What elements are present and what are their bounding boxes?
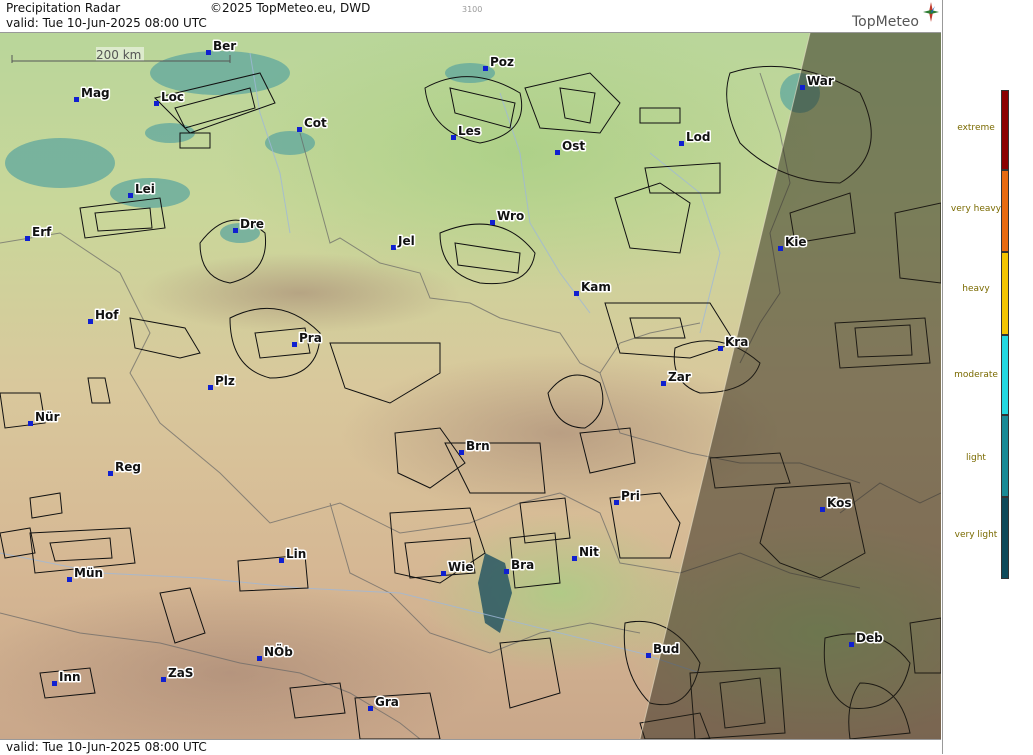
city-dot [646,653,651,658]
footer-bar: valid: Tue 10-Jun-2025 08:00 UTC [0,739,941,755]
city-dot [67,577,72,582]
city-label: War [807,74,834,88]
city-label: Wie [448,560,474,574]
city-label: ZaS [168,666,193,680]
city-label: Lod [686,130,710,144]
city-dot [208,385,213,390]
legend-label: moderate [954,370,998,380]
city-dot [451,135,456,140]
city-label: Gra [375,695,399,709]
city-dot [233,228,238,233]
city-dot [297,127,302,132]
city-dot [490,220,495,225]
city-label: Hof [95,308,119,322]
city-label: Lei [135,182,155,196]
legend-label: light [966,453,986,463]
city-dot [778,246,783,251]
city-label: Loc [161,90,184,104]
map-title: Precipitation Radar [6,1,121,15]
city-dot [52,681,57,686]
radar-map[interactable]: 200 km Ber Mag Loc Cot Poz Les Ost Lod War Lei Dre… [0,33,941,739]
city-label: Cot [304,116,327,130]
city-dot [279,558,284,563]
city-dot [459,450,464,455]
city-dot [572,556,577,561]
sudetes-relief [140,253,460,333]
city-dot [74,97,79,102]
city-label: Wro [497,209,524,223]
city-dot [88,319,93,324]
city-dot [800,85,805,90]
city-label: Jel [397,234,415,248]
legend-label: very heavy [950,204,1002,214]
city-label: Les [458,124,481,138]
city-dot [504,569,509,574]
brand-logo-text: TopMeteo [852,14,919,30]
product-code: 3100 [462,5,483,14]
city-dot [391,245,396,250]
city-label: Dre [240,217,264,231]
city-label: Kos [827,496,851,510]
city-label: Nür [35,410,60,424]
city-dot [292,342,297,347]
city-dot [257,656,262,661]
city-dot [206,50,211,55]
city-dot [849,642,854,647]
scale-label: 200 km [96,48,141,62]
city-label: Erf [32,225,52,239]
city-label: Mün [74,566,103,580]
city-dot [161,677,166,682]
city-dot [25,236,30,241]
copyright-text: ©2025 TopMeteo.eu, DWD [210,1,371,15]
city-dot [661,381,666,386]
city-label: Pri [621,489,640,503]
city-dot [679,141,684,146]
city-label: Kra [725,335,748,349]
legend-label: heavy [962,284,990,294]
city-label: Ost [562,139,585,153]
city-label: Poz [490,55,514,69]
city-label: Kam [581,280,611,294]
city-label: Zar [668,370,691,384]
city-dot [614,500,619,505]
city-label: Deb [856,631,883,645]
legend-label: very light [954,530,998,540]
valid-time-bottom: valid: Tue 10-Jun-2025 08:00 UTC [6,740,207,754]
city-dot [718,346,723,351]
city-label: Bra [511,558,534,572]
city-dot [555,150,560,155]
city-label: Mag [81,86,110,100]
city-label: NÖb [264,644,293,659]
precipitation-legend: extreme very heavy heavy moderate light very … [942,0,1033,754]
city-dot [28,421,33,426]
city-dot [368,706,373,711]
header-bar: Precipitation Radar ©2025 TopMeteo.eu, D… [0,0,941,33]
city-label: Plz [215,374,235,388]
city-dot [441,571,446,576]
city-dot [483,66,488,71]
city-label: Ber [213,39,236,53]
city-dot [574,291,579,296]
city-dot [128,193,133,198]
city-dot [154,101,159,106]
city-label: Pra [299,331,322,345]
map-canvas: 200 km Ber Mag Loc Cot Poz Les Ost Lod War Lei Dre… [0,33,941,739]
city-label: Nit [579,545,599,559]
city-label: Reg [115,460,141,474]
legend-label: extreme [957,123,995,133]
city-label: Kie [785,235,807,249]
city-dot [108,471,113,476]
valid-time-top: valid: Tue 10-Jun-2025 08:00 UTC [6,16,207,30]
compass-icon [923,2,939,22]
city-dot [820,507,825,512]
city-label: Inn [59,670,81,684]
city-label: Brn [466,439,490,453]
city-label: Bud [653,642,679,656]
city-label: Lin [286,547,306,561]
